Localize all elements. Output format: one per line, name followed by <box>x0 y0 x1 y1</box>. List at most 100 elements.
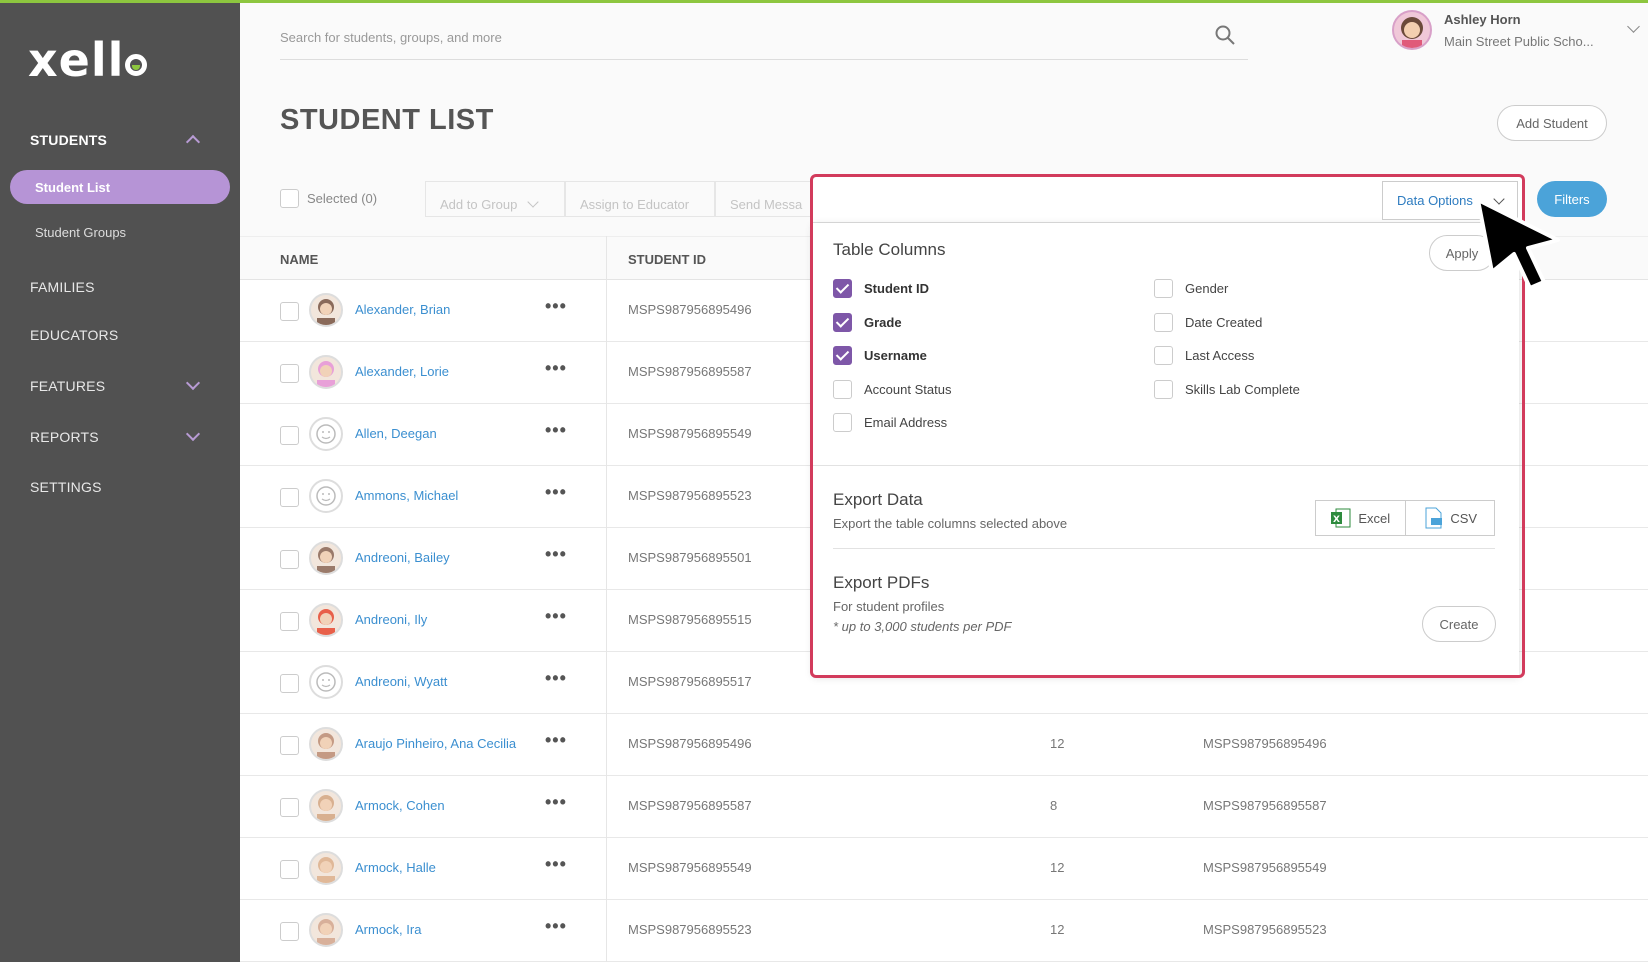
data-options-panel: Table Columns Apply Student ID Grade Usern… <box>813 223 1519 675</box>
column-option[interactable]: Last Access <box>1154 346 1254 365</box>
more-options-icon[interactable]: ••• <box>545 730 567 751</box>
row-checkbox[interactable] <box>280 674 299 693</box>
export-buttons: X Excel CSV <box>1315 500 1495 536</box>
student-name-link[interactable]: Andreoni, Bailey <box>355 550 450 565</box>
chevron-down-icon <box>527 195 539 208</box>
grade-cell: 12 <box>1050 922 1065 937</box>
grade-cell: 8 <box>1050 798 1058 813</box>
column-option-label: Date Created <box>1185 314 1263 330</box>
smiley-avatar-icon <box>309 665 343 699</box>
column-option[interactable]: Date Created <box>1154 312 1263 332</box>
export-pdfs-subtitle: For student profiles <box>833 599 945 614</box>
student-name-link[interactable]: Armock, Ira <box>355 922 421 937</box>
export-excel-button[interactable]: X Excel <box>1316 501 1405 535</box>
row-checkbox[interactable] <box>280 798 299 817</box>
select-all[interactable]: Selected (0) <box>280 189 377 208</box>
column-option[interactable]: Email Address <box>833 413 947 432</box>
nav-settings[interactable]: SETTINGS <box>30 479 102 495</box>
column-option[interactable]: Gender <box>1154 279 1228 298</box>
student-name-link[interactable]: Alexander, Lorie <box>355 364 449 379</box>
more-options-icon[interactable]: ••• <box>545 792 567 813</box>
column-checkbox[interactable] <box>1154 346 1173 365</box>
student-name-link[interactable]: Andreoni, Ily <box>355 612 427 627</box>
student-name-link[interactable]: Armock, Halle <box>355 860 436 875</box>
table-row[interactable]: Araujo Pinheiro, Ana Cecilia ••• MSPS987… <box>240 714 1648 776</box>
svg-text:X: X <box>1333 515 1340 525</box>
column-checkbox[interactable] <box>1154 279 1173 298</box>
column-option[interactable]: Username <box>833 346 927 365</box>
more-options-icon[interactable]: ••• <box>545 668 567 689</box>
more-options-icon[interactable]: ••• <box>545 916 567 937</box>
column-checkbox[interactable] <box>1154 379 1173 399</box>
student-name-link[interactable]: Allen, Deegan <box>355 426 437 441</box>
row-checkbox[interactable] <box>280 364 299 383</box>
user-name: Ashley Horn <box>1444 12 1521 27</box>
create-pdf-button[interactable]: Create <box>1422 606 1496 642</box>
nav-features[interactable]: FEATURES <box>30 375 218 394</box>
search-icon[interactable] <box>1214 24 1236 46</box>
student-avatar <box>309 727 343 761</box>
column-option-label: Last Access <box>1185 348 1255 363</box>
column-header-name[interactable]: NAME <box>280 252 318 267</box>
selected-count: Selected (0) <box>307 191 378 206</box>
column-option[interactable]: Skills Lab Complete <box>1154 379 1300 399</box>
student-name-link[interactable]: Armock, Cohen <box>355 798 445 813</box>
row-checkbox[interactable] <box>280 922 299 941</box>
row-checkbox[interactable] <box>280 302 299 321</box>
row-checkbox[interactable] <box>280 736 299 755</box>
export-data-subtitle: Export the table columns selected above <box>833 516 1068 531</box>
column-checkbox[interactable] <box>1154 312 1173 332</box>
send-message-button[interactable]: Send Messa <box>715 181 815 217</box>
select-all-checkbox[interactable] <box>280 189 299 208</box>
row-checkbox[interactable] <box>280 550 299 569</box>
student-id-cell: MSPS987956895549 <box>628 426 752 441</box>
column-option[interactable]: Account Status <box>833 379 951 399</box>
username-cell: MSPS987956895523 <box>1203 922 1327 937</box>
column-header-student-id[interactable]: STUDENT ID <box>628 252 706 267</box>
add-student-button[interactable]: Add Student <box>1497 105 1607 141</box>
chevron-down-icon <box>185 426 201 442</box>
more-options-icon[interactable]: ••• <box>545 296 567 317</box>
column-option[interactable]: Grade <box>833 312 902 332</box>
student-name-link[interactable]: Alexander, Brian <box>355 302 450 317</box>
table-row[interactable]: Armock, Halle ••• MSPS987956895549 12 MS… <box>240 838 1648 900</box>
sidebar-item-student-list[interactable]: Student List <box>10 170 230 204</box>
column-checkbox[interactable] <box>833 379 852 399</box>
smiley-avatar-icon <box>309 479 343 513</box>
column-checkbox[interactable] <box>833 413 852 432</box>
more-options-icon[interactable]: ••• <box>545 606 567 627</box>
search-input[interactable] <box>280 18 1180 56</box>
xello-logo[interactable]: xell <box>28 33 148 87</box>
assign-to-educator-button[interactable]: Assign to Educator <box>565 181 715 217</box>
student-name-link[interactable]: Ammons, Michael <box>355 488 458 503</box>
nav-students[interactable]: STUDENTS <box>30 132 218 150</box>
row-checkbox[interactable] <box>280 612 299 631</box>
more-options-icon[interactable]: ••• <box>545 358 567 379</box>
student-id-cell: MSPS987956895501 <box>628 550 752 565</box>
column-checkbox[interactable] <box>833 279 852 298</box>
nav-reports[interactable]: REPORTS <box>30 426 218 445</box>
column-checkbox[interactable] <box>833 312 852 332</box>
more-options-icon[interactable]: ••• <box>545 854 567 875</box>
add-to-group-button[interactable]: Add to Group <box>425 181 565 217</box>
table-row[interactable]: Armock, Cohen ••• MSPS987956895587 8 MSP… <box>240 776 1648 838</box>
more-options-icon[interactable]: ••• <box>545 420 567 441</box>
row-checkbox[interactable] <box>280 426 299 445</box>
row-checkbox[interactable] <box>280 488 299 507</box>
more-options-icon[interactable]: ••• <box>545 482 567 503</box>
export-csv-button[interactable]: CSV <box>1404 501 1494 535</box>
student-name-link[interactable]: Andreoni, Wyatt <box>355 674 447 689</box>
nav-educators[interactable]: EDUCATORS <box>30 327 118 343</box>
user-menu[interactable]: Ashley Horn Main Street Public Scho... <box>1392 10 1642 56</box>
table-row[interactable]: Armock, Ira ••• MSPS987956895523 12 MSPS… <box>240 900 1648 962</box>
sidebar-item-student-groups[interactable]: Student Groups <box>35 225 126 240</box>
more-options-icon[interactable]: ••• <box>545 544 567 565</box>
column-option[interactable]: Student ID <box>833 279 929 298</box>
username-cell: MSPS987956895587 <box>1203 798 1327 813</box>
column-checkbox[interactable] <box>833 346 852 365</box>
student-id-cell: MSPS987956895587 <box>628 798 752 813</box>
nav-families[interactable]: FAMILIES <box>30 279 95 295</box>
nav-features-label: FEATURES <box>30 378 106 394</box>
row-checkbox[interactable] <box>280 860 299 879</box>
student-name-link[interactable]: Araujo Pinheiro, Ana Cecilia <box>355 736 516 751</box>
